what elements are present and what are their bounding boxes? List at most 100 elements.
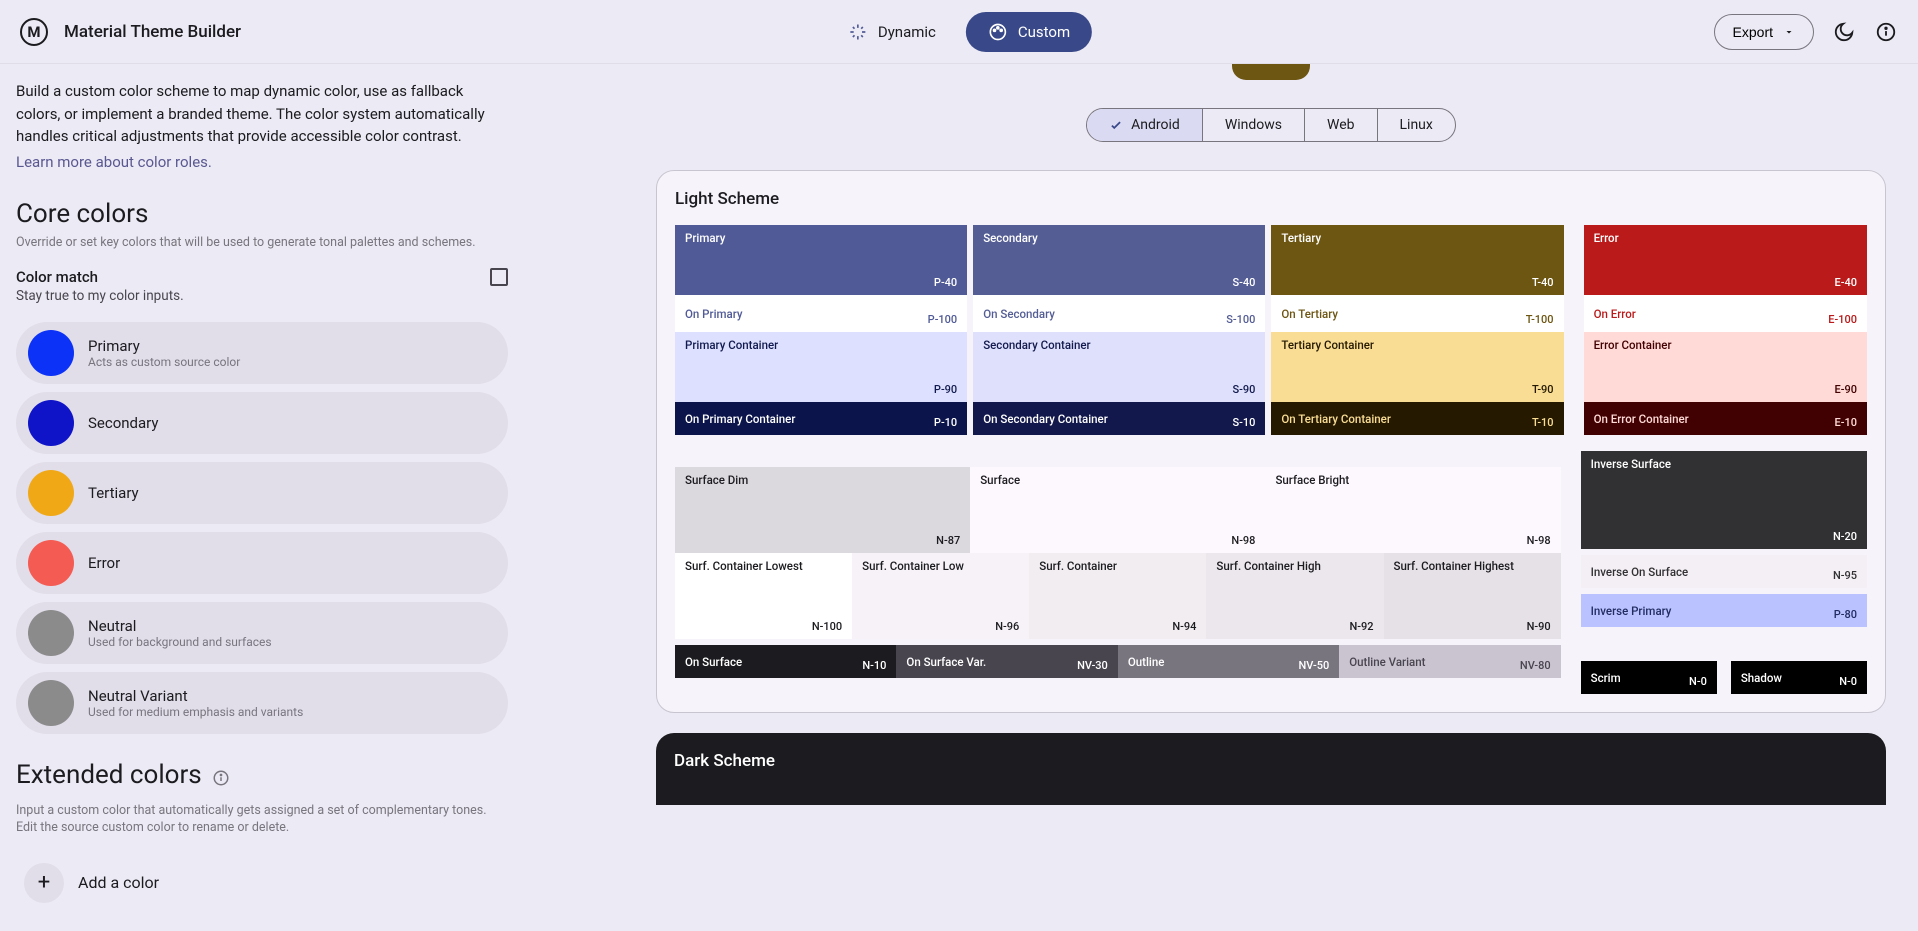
token-on-tertiary[interactable]: On TertiaryT-100 [1271, 295, 1563, 332]
info-icon [1875, 21, 1897, 43]
token-on-error-container[interactable]: On Error Container E-10 [1584, 402, 1867, 435]
token-inverse-primary[interactable]: Inverse PrimaryP-80 [1581, 594, 1867, 627]
tab-custom[interactable]: Custom [966, 12, 1092, 52]
token-code: NV-30 [1077, 659, 1108, 672]
token-code: P-80 [1834, 608, 1857, 621]
token-secondary-container[interactable]: Secondary Container S-90 [973, 332, 1265, 402]
token-inverse-surface[interactable]: Inverse SurfaceN-20 [1581, 451, 1867, 549]
token-on-surface-var-[interactable]: On Surface Var.NV-30 [896, 645, 1117, 678]
add-color-button[interactable]: + Add a color [16, 851, 508, 915]
core-color-neutral-variant[interactable]: Neutral Variant Used for medium emphasis… [16, 672, 508, 734]
platform-tab-windows[interactable]: Windows [1203, 109, 1305, 141]
color-name: Neutral [88, 617, 272, 635]
token-on-primary-container[interactable]: On Primary ContainerP-10 [675, 402, 967, 435]
token-on-error[interactable]: On ErrorE-100 [1584, 295, 1867, 332]
token-name: Secondary Container [983, 338, 1255, 352]
token-error[interactable]: Error E-40 [1584, 225, 1867, 295]
platform-label: Android [1131, 117, 1180, 133]
platform-tab-android[interactable]: Android [1087, 109, 1203, 141]
token-code: P-100 [928, 313, 958, 326]
dark-mode-toggle[interactable] [1832, 20, 1856, 44]
token-code: N-20 [1833, 530, 1857, 543]
token-name: On Tertiary Container [1281, 412, 1391, 426]
token-on-primary[interactable]: On Primary P-100 [675, 295, 967, 332]
token-surface[interactable]: SurfaceN-98 [970, 467, 1265, 553]
learn-more-link[interactable]: Learn more about color roles. [16, 153, 212, 171]
export-button[interactable]: Export [1714, 14, 1814, 50]
app-title: Material Theme Builder [64, 22, 241, 42]
token-inverse-on-surface[interactable]: Inverse On SurfaceN-95 [1581, 555, 1867, 588]
token-code: N-96 [995, 620, 1019, 633]
token-shadow[interactable]: ShadowN-0 [1731, 661, 1867, 694]
token-name: Surf. Container [1039, 559, 1196, 573]
token-outline-variant[interactable]: Outline VariantNV-80 [1339, 645, 1560, 678]
token-code: E-40 [1835, 276, 1857, 289]
token-code: N-87 [936, 534, 960, 547]
token-outline[interactable]: OutlineNV-50 [1118, 645, 1339, 678]
token-code: S-10 [1232, 416, 1255, 429]
token-surf-container-high[interactable]: Surf. Container HighN-92 [1206, 553, 1383, 639]
token-code: N-92 [1349, 620, 1373, 633]
core-color-error[interactable]: Error [16, 532, 508, 594]
token-name: Surface Bright [1275, 473, 1550, 487]
info-icon[interactable] [212, 769, 230, 787]
token-name: On Tertiary [1281, 307, 1338, 321]
token-code: N-95 [1833, 569, 1857, 582]
token-name: Secondary [983, 231, 1255, 245]
color-swatch [28, 610, 74, 656]
token-surface-dim[interactable]: Surface Dim N-87 [675, 467, 970, 553]
token-name: Outline [1128, 655, 1165, 669]
chevron-down-icon [1783, 26, 1795, 38]
token-code: S-90 [1232, 383, 1255, 396]
token-on-secondary[interactable]: On SecondaryS-100 [973, 295, 1265, 332]
info-button[interactable] [1874, 20, 1898, 44]
token-code: E-10 [1835, 416, 1857, 429]
token-tertiary-container[interactable]: Tertiary ContainerT-90 [1271, 332, 1563, 402]
sparkle-icon [848, 22, 868, 42]
core-color-neutral[interactable]: Neutral Used for background and surfaces [16, 602, 508, 664]
token-scrim[interactable]: ScrimN-0 [1581, 661, 1717, 694]
token-name: On Error Container [1594, 412, 1689, 426]
token-code: T-40 [1532, 276, 1554, 289]
color-swatch [28, 540, 74, 586]
token-name: Tertiary [1281, 231, 1553, 245]
token-on-secondary-container[interactable]: On Secondary ContainerS-10 [973, 402, 1265, 435]
token-code: P-10 [934, 416, 957, 429]
platform-tab-web[interactable]: Web [1305, 109, 1378, 141]
token-surf-container-highest[interactable]: Surf. Container HighestN-90 [1384, 553, 1561, 639]
token-name: On Primary [685, 307, 743, 321]
token-secondary[interactable]: SecondaryS-40 [973, 225, 1265, 295]
token-name: On Error [1594, 307, 1636, 321]
platform-tab-linux[interactable]: Linux [1378, 109, 1455, 141]
token-code: N-94 [1172, 620, 1196, 633]
token-primary-container[interactable]: Primary ContainerP-90 [675, 332, 967, 402]
add-color-label: Add a color [78, 873, 159, 892]
token-name: Primary Container [685, 338, 957, 352]
core-color-secondary[interactable]: Secondary [16, 392, 508, 454]
token-on-tertiary-container[interactable]: On Tertiary ContainerT-10 [1271, 402, 1563, 435]
core-color-primary[interactable]: Primary Acts as custom source color [16, 322, 508, 384]
token-surf-container-low[interactable]: Surf. Container LowN-96 [852, 553, 1029, 639]
core-color-tertiary[interactable]: Tertiary [16, 462, 508, 524]
token-surface-bright[interactable]: Surface BrightN-98 [1265, 467, 1560, 553]
token-code: S-100 [1226, 313, 1255, 326]
token-error-container[interactable]: Error ContainerE-90 [1584, 332, 1867, 402]
color-name: Error [88, 554, 120, 572]
token-code: T-90 [1532, 383, 1554, 396]
check-icon [1109, 118, 1123, 132]
tab-dynamic[interactable]: Dynamic [826, 12, 958, 52]
token-surf-container[interactable]: Surf. Container N-94 [1029, 553, 1206, 639]
token-surf-container-lowest[interactable]: Surf. Container LowestN-100 [675, 553, 852, 639]
color-swatch [28, 330, 74, 376]
color-name: Primary [88, 337, 240, 355]
token-primary[interactable]: PrimaryP-40 [675, 225, 967, 295]
token-code: N-10 [862, 659, 886, 672]
token-name: Primary [685, 231, 957, 245]
token-tertiary[interactable]: Tertiary T-40 [1271, 225, 1563, 295]
color-match-checkbox[interactable] [490, 268, 508, 286]
token-code: NV-80 [1520, 659, 1551, 672]
token-on-surface[interactable]: On SurfaceN-10 [675, 645, 896, 678]
color-desc: Acts as custom source color [88, 355, 240, 369]
token-name: Surface Dim [685, 473, 960, 487]
token-name: Error [1594, 231, 1857, 245]
